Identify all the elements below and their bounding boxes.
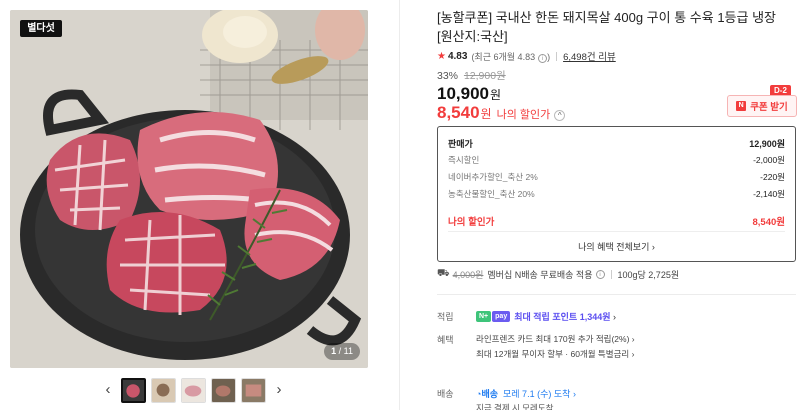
- main-product-image[interactable]: 별다섯 1 / 11: [10, 10, 368, 368]
- thumbnail-4[interactable]: [211, 377, 236, 403]
- chevron-right-icon: ›: [613, 311, 617, 322]
- delivery-tag: ◔배송: [476, 389, 498, 399]
- price-row-value: 12,900원: [749, 139, 785, 149]
- original-price: 12,900원: [463, 70, 506, 82]
- delivery-date: 모레 7.1 (수) 도착: [503, 389, 571, 399]
- currency-won: 원: [480, 107, 492, 121]
- old-shipping-fee: 4,000원: [452, 270, 484, 280]
- price-breakdown-box: 판매가 12,900원 즉시할인 -2,000원 네이버추가할인_축산 2% -…: [437, 126, 796, 262]
- brand-badge: 별다섯: [20, 20, 62, 37]
- thumbnail-3[interactable]: [181, 377, 206, 403]
- currency-won: 원: [490, 88, 502, 102]
- info-icon[interactable]: i: [595, 270, 605, 279]
- points-text: 최대 적립 포인트: [514, 312, 578, 322]
- thumbnail-1[interactable]: [121, 377, 146, 403]
- thumbnail-prev-arrow[interactable]: ‹: [100, 376, 116, 404]
- thumbnail-5[interactable]: [241, 377, 266, 403]
- page-total: 11: [343, 346, 353, 356]
- price-row-label: 즉시할인: [448, 155, 480, 165]
- price-row-label: 농축산물할인_축산 20%: [448, 189, 535, 199]
- points-value: 1,344원: [579, 312, 611, 322]
- thumbnail-next-arrow[interactable]: ›: [271, 376, 287, 404]
- price-row-mine: 나의 할인가 8,540원: [448, 214, 785, 228]
- price-row-label: 네이버추가할인_축산 2%: [448, 172, 538, 182]
- column-divider: [399, 0, 400, 410]
- price-row-value: -2,000원: [753, 155, 785, 165]
- sale-price: 10,900원: [437, 84, 501, 104]
- section-divider: [437, 294, 796, 295]
- truck-icon: ⛟: [437, 268, 450, 279]
- coupon-button[interactable]: N 쿠폰 받기: [727, 95, 797, 117]
- coupon-button-label: 쿠폰 받기: [750, 102, 788, 113]
- chevron-up-icon[interactable]: ^: [554, 110, 566, 121]
- rating-detail: (최근 6개월 4.83 i): [471, 51, 551, 63]
- naver-n-icon: N: [736, 101, 747, 111]
- discount-rate: 33%: [437, 70, 459, 82]
- pay-badge: pay: [492, 311, 511, 322]
- star-icon: ★: [437, 50, 446, 62]
- thumbnail-2[interactable]: [151, 377, 176, 403]
- price-row-agri: 농축산물할인_축산 20% -2,140원: [448, 188, 785, 200]
- shipping-row: ⛟ 4,000원 멤버십 N배송 무료배송 적용 i 100g당 2,725원: [437, 268, 679, 281]
- shipping-text: 멤버십 N배송 무료배송 적용: [487, 270, 593, 280]
- points-label: 적립: [437, 312, 454, 322]
- rating-row: ★ 4.83 (최근 6개월 4.83 i) 6,498건 리뷰: [437, 49, 616, 64]
- chevron-right-icon: ›: [572, 388, 576, 399]
- image-page-counter: 1 / 11: [324, 343, 360, 360]
- info-icon[interactable]: i: [538, 53, 548, 63]
- my-price-value: 8,540: [437, 103, 480, 122]
- price-row-instant: 즉시할인 -2,000원: [448, 154, 785, 166]
- separator: [556, 51, 558, 61]
- view-all-benefits-link[interactable]: 나의 혜택 전체보기 ›: [438, 240, 795, 253]
- benefit-label: 혜택: [437, 335, 454, 345]
- price-row-value: 8,540원: [752, 217, 785, 228]
- delivery-row[interactable]: ◔배송 모레 7.1 (수) 도착 ›: [476, 387, 576, 400]
- thumbnail-strip: ‹ ›: [100, 376, 287, 404]
- price-row-value: -2,140원: [753, 189, 785, 199]
- product-title: [농할쿠폰] 국내산 한돈 돼지목살 400g 구이 통 수육 1등급 냉장 […: [437, 10, 777, 44]
- benefit-installment-link[interactable]: 최대 12개월 무이자 할부 · 60개월 특별금리 ›: [476, 348, 634, 360]
- price-row-naver: 네이버추가할인_축산 2% -220원: [448, 171, 785, 183]
- rating-score: 4.83: [447, 50, 468, 62]
- page-current: 1: [331, 346, 337, 356]
- price-row-value: -220원: [760, 172, 785, 182]
- review-count-link[interactable]: 6,498건 리뷰: [563, 49, 616, 63]
- delivery-label: 배송: [437, 389, 454, 399]
- my-price-row[interactable]: 8,540 원 나의 할인가 ^: [437, 103, 566, 123]
- my-price-label: 나의 할인가: [496, 109, 551, 121]
- benefit-card-link[interactable]: 라인프렌즈 카드 최대 170원 추가 적립(2%) ›: [476, 333, 635, 345]
- product-photo: [10, 10, 368, 368]
- points-row[interactable]: N+ pay 최대 적립 포인트 1,344원 ›: [476, 310, 616, 323]
- sale-price-value: 10,900: [437, 84, 489, 103]
- delivery-sub-text: 지금 결제 시 모레도착: [476, 403, 554, 410]
- nplus-badge: N+: [476, 311, 492, 322]
- price-row-label: 나의 할인가: [448, 217, 495, 228]
- divider: [448, 231, 785, 232]
- discount-row: 33% 12,900원: [437, 68, 506, 83]
- price-row-label: 판매가: [448, 139, 473, 149]
- separator: [610, 270, 612, 279]
- unit-price: 100g당 2,725원: [617, 270, 680, 280]
- price-row-list: 판매가 12,900원: [448, 137, 785, 150]
